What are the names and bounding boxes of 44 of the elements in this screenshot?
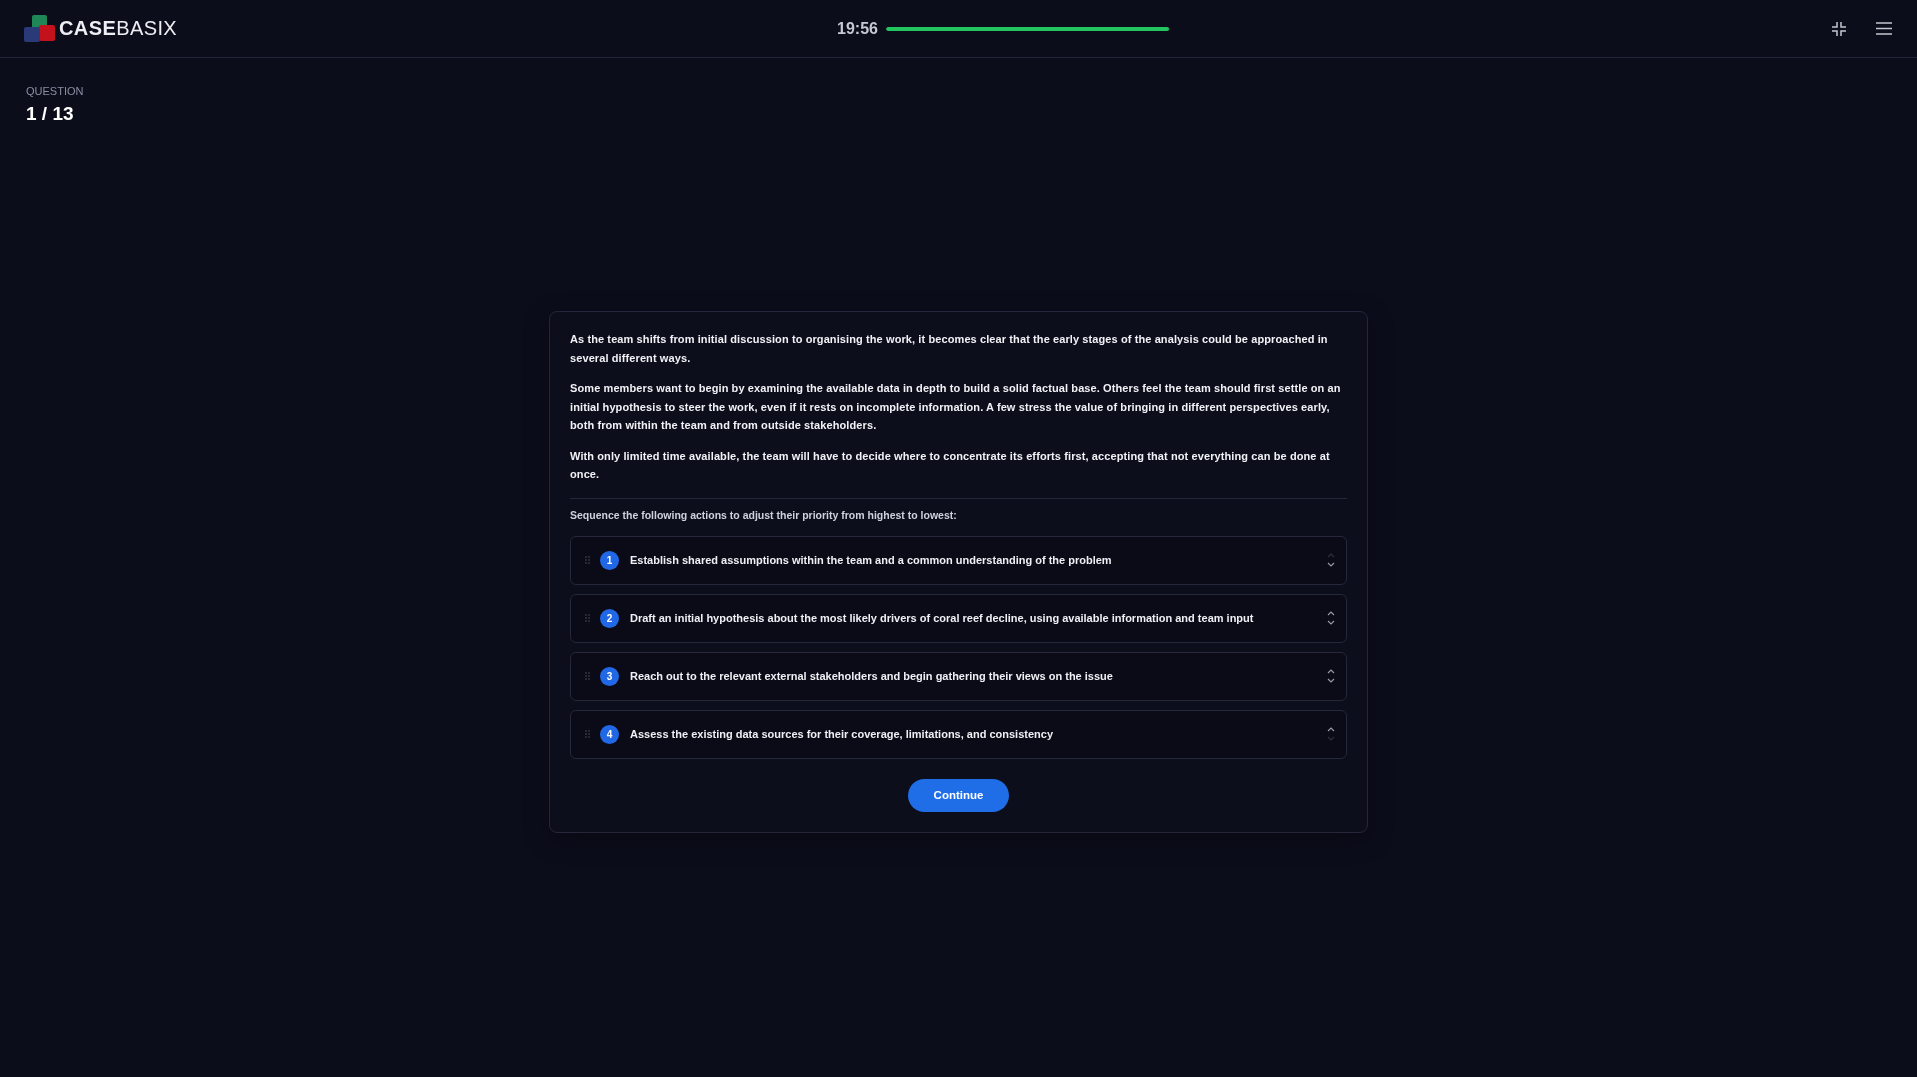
chevron-up-icon — [1327, 553, 1335, 559]
rank-badge: 3 — [600, 666, 619, 686]
drag-handle-icon[interactable] — [585, 556, 590, 565]
menu-icon — [1876, 22, 1892, 35]
chevron-down-icon — [1327, 678, 1335, 684]
question-label: QUESTION — [26, 84, 84, 98]
move-down-button[interactable] — [1327, 678, 1335, 684]
instruction-text: Sequence the following actions to adjust their priority from highest to lowest: — [570, 507, 958, 522]
sortable-item[interactable]: 2 Draft an initial hypothesis about the most likely drivers of coral reef decline, using available information and team input — [570, 593, 1347, 643]
item-text: Reach out to the relevant external stakeholders and begin gathering their views on the issue — [630, 670, 1114, 683]
menu-button[interactable] — [1876, 22, 1892, 35]
sortable-item[interactable]: 1 Establish shared assumptions within the team and a common understanding of the problem — [570, 535, 1347, 585]
move-up-button[interactable] — [1327, 669, 1335, 675]
item-text: Assess the existing data sources for their coverage, limitations, and consistency — [630, 728, 1055, 741]
move-up-button[interactable] — [1327, 611, 1335, 617]
item-text: Establish shared assumptions within the team and a common understanding of the problem — [630, 554, 1113, 567]
rank-badge: 4 — [600, 724, 619, 744]
chevron-up-icon — [1327, 669, 1335, 675]
chevron-down-icon — [1327, 562, 1335, 568]
continue-button[interactable]: Continue — [907, 778, 1010, 812]
rank-badge: 2 — [600, 608, 619, 628]
timer-text: 19:56 — [837, 19, 878, 38]
drag-handle-icon[interactable] — [585, 614, 590, 623]
cubes-logo-icon — [24, 15, 55, 42]
sortable-item[interactable]: 3 Reach out to the relevant external stakeholders and begin gathering their views on the issue — [570, 651, 1347, 701]
move-down-button[interactable] — [1327, 562, 1335, 568]
chevron-down-icon — [1327, 620, 1335, 626]
scenario-paragraph: Some members want to begin by examining the available data in depth to build a solid factual base. Others feel the team should first settle on an initial hypothesis to steer the work, even if it rests on incomplete information. A few stress the value of bringing in different perspectives early, both from within the team and from outside stakeholders. — [570, 381, 1342, 434]
drag-handle-icon[interactable] — [585, 730, 590, 739]
scenario-paragraph: As the team shifts from initial discussion to organising the work, it becomes clear that the early stages of the analysis could be approached in several different ways. — [570, 332, 1329, 366]
collapse-icon — [1831, 20, 1847, 37]
drag-handle-icon[interactable] — [585, 672, 590, 681]
rank-badge: 1 — [600, 550, 619, 570]
sortable-item[interactable]: 4 Assess the existing data sources for their coverage, limitations, and consistency — [570, 709, 1347, 759]
chevron-up-icon — [1327, 727, 1335, 733]
chevron-up-icon — [1327, 611, 1335, 617]
logo-text: CASEBASIX — [59, 17, 178, 40]
move-up-button[interactable] — [1327, 727, 1335, 733]
chevron-down-icon — [1327, 736, 1335, 742]
collapse-button[interactable] — [1831, 20, 1847, 37]
item-text: Draft an initial hypothesis about the most likely drivers of coral reef decline, using available information and team input — [630, 612, 1255, 625]
move-down-button[interactable] — [1327, 620, 1335, 626]
scenario-paragraph: With only limited time available, the team will have to decide where to concentrate its efforts first, accepting that not everything can be done at once. — [570, 448, 1331, 483]
question-counter: 1 / 13 — [26, 102, 74, 126]
